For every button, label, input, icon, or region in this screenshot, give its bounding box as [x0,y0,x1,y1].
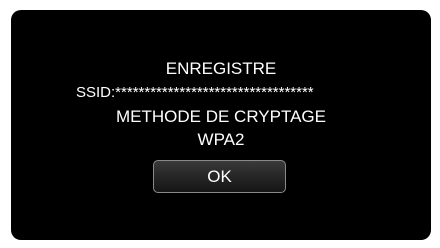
ok-button[interactable]: OK [153,160,286,193]
device-frame: ENREGISTRE SSID:************************… [0,0,440,248]
encryption-method-value: WPA2 [197,130,245,149]
lcd-screen: ENREGISTRE SSID:************************… [11,10,431,240]
ssid-text: SSID:********************************** [76,84,314,101]
status-title: ENREGISTRE [165,59,277,78]
encryption-method-label: METHODE DE CRYPTAGE [115,107,326,126]
